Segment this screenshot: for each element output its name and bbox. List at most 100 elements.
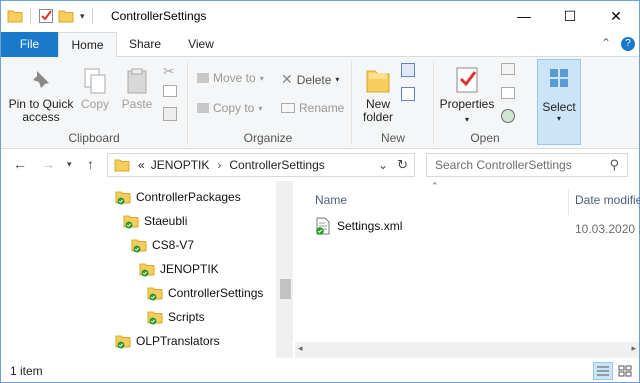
- file-list-horizontal-scrollbar[interactable]: ◂ ▸: [295, 342, 639, 358]
- copy-path-icon[interactable]: [163, 85, 177, 97]
- pin-label: Pin to Quick access: [8, 97, 74, 124]
- tab-share[interactable]: Share: [120, 32, 170, 57]
- properties-label: Properties: [439, 97, 495, 111]
- new-folder-button[interactable]: New folder: [355, 65, 401, 124]
- delete-x-icon: ✕: [281, 71, 293, 87]
- chevron-down-icon: ▾: [335, 75, 340, 84]
- group-divider: [433, 61, 434, 145]
- tree-item-label: OLPTranslators: [136, 334, 220, 348]
- tab-home[interactable]: Home: [58, 32, 117, 58]
- move-to-button[interactable]: Move to ▾: [197, 71, 264, 85]
- breadcrumb-separator-icon: ›: [217, 158, 222, 172]
- rename-button[interactable]: Rename: [281, 101, 344, 115]
- group-divider: [187, 61, 188, 145]
- tree-item-label: Scripts: [168, 310, 205, 324]
- cut-icon[interactable]: ✂: [163, 63, 175, 80]
- refresh-icon[interactable]: ↻: [397, 157, 408, 173]
- folder-icon: [114, 159, 130, 172]
- column-header-date[interactable]: Date modifie: [575, 193, 640, 207]
- properties-check-icon[interactable]: [38, 8, 54, 24]
- column-divider[interactable]: [568, 189, 569, 215]
- synced-folder-icon: [123, 215, 139, 229]
- new-item-icon[interactable]: [401, 63, 415, 77]
- scrollbar-thumb[interactable]: [280, 279, 291, 299]
- navigation-pane: ControllerPackages Staeubli CS8-V7 JENOP…: [1, 181, 293, 358]
- minimize-button[interactable]: —: [501, 1, 547, 31]
- address-bar[interactable]: « JENOPTIK › ControllerSettings ⌄ ↻: [107, 153, 415, 177]
- select-label: Select: [542, 100, 576, 114]
- paste-shortcut-icon[interactable]: [163, 107, 177, 121]
- open-icon[interactable]: [501, 63, 515, 75]
- rename-icon: [281, 103, 295, 113]
- toolbar-divider: [30, 8, 31, 24]
- tree-item[interactable]: ControllerPackages: [115, 187, 241, 207]
- synced-folder-icon: [131, 239, 147, 253]
- clipboard-group-label: Clipboard: [68, 131, 120, 145]
- tree-item[interactable]: OLPTranslators: [115, 331, 220, 351]
- group-divider: [351, 61, 352, 145]
- address-history-chevron-icon[interactable]: ⌄: [378, 158, 388, 172]
- item-count: 1 item: [10, 364, 43, 378]
- pin-to-quick-access-button[interactable]: Pin to Quick access: [5, 67, 77, 124]
- scroll-right-icon[interactable]: ▸: [631, 343, 636, 354]
- navigation-bar: ← → ▾ ↑ « JENOPTIK › ControllerSettings …: [1, 150, 639, 180]
- select-grid-icon: [550, 69, 568, 87]
- properties-icon: [456, 67, 478, 93]
- search-placeholder: Search ControllerSettings: [435, 158, 572, 172]
- rename-label: Rename: [299, 101, 345, 115]
- window-title: ControllerSettings: [111, 9, 207, 23]
- up-arrow-icon[interactable]: ↑: [87, 156, 94, 172]
- edit-icon[interactable]: [501, 87, 515, 99]
- tree-item[interactable]: JENOPTIK: [139, 259, 219, 279]
- minimize-ribbon-icon[interactable]: ⌃: [601, 36, 611, 50]
- copy-to-button[interactable]: Copy to ▾: [197, 101, 262, 115]
- move-to-icon: [197, 73, 209, 83]
- easy-access-icon[interactable]: [401, 87, 415, 101]
- chevron-down-icon: ▾: [259, 73, 264, 83]
- scroll-left-icon[interactable]: ◂: [298, 343, 303, 354]
- search-input[interactable]: Search ControllerSettings ⚲: [426, 153, 628, 177]
- tree-item[interactable]: Scripts: [147, 307, 205, 327]
- breadcrumb-overflow[interactable]: «: [138, 158, 145, 172]
- recent-locations-chevron-icon[interactable]: ▾: [67, 159, 72, 170]
- large-icons-view-button[interactable]: [615, 362, 635, 380]
- synced-folder-icon: [139, 263, 155, 277]
- forward-arrow-icon[interactable]: →: [41, 156, 55, 172]
- close-button[interactable]: ✕: [593, 1, 639, 31]
- paste-icon: [127, 68, 147, 94]
- chevron-down-icon: ▾: [464, 115, 469, 124]
- tab-file[interactable]: File: [1, 32, 58, 57]
- customize-toolbar-arrow-icon[interactable]: ▾: [80, 11, 85, 22]
- tree-scrollbar[interactable]: [276, 181, 293, 358]
- breadcrumb-jenoptik[interactable]: JENOPTIK: [151, 158, 210, 172]
- ribbon-tabs: File Home Share View ⌃ ?: [1, 32, 639, 58]
- chevron-down-icon: ▾: [258, 103, 263, 113]
- maximize-button[interactable]: ☐: [547, 1, 593, 31]
- copy-button[interactable]: Copy: [79, 67, 111, 111]
- history-icon[interactable]: [501, 109, 515, 123]
- properties-button[interactable]: Properties ▾: [437, 65, 497, 126]
- synced-folder-icon: [115, 335, 131, 349]
- tab-view[interactable]: View: [175, 32, 227, 57]
- tree-item-selected[interactable]: ControllerSettings: [147, 283, 263, 303]
- tree-item[interactable]: CS8-V7: [131, 235, 194, 255]
- help-icon[interactable]: ?: [621, 37, 635, 51]
- copy-label: Copy: [80, 97, 109, 111]
- breadcrumb-controllersettings[interactable]: ControllerSettings: [229, 158, 324, 172]
- pin-icon: [32, 71, 49, 90]
- sort-up-icon: ⌃: [431, 181, 439, 191]
- column-header-name[interactable]: Name: [315, 193, 347, 207]
- paste-button[interactable]: Paste: [119, 67, 155, 111]
- tree-item-label: CS8-V7: [152, 238, 195, 252]
- copy-to-icon: [197, 103, 209, 113]
- tree-item-label: ControllerPackages: [136, 190, 241, 204]
- tree-item[interactable]: Staeubli: [123, 211, 187, 231]
- copy-to-label: Copy to: [213, 101, 255, 115]
- new-folder-icon[interactable]: [58, 9, 74, 23]
- details-view-icon: [597, 366, 609, 376]
- select-button[interactable]: Select ▾: [537, 59, 581, 145]
- delete-button[interactable]: ✕ Delete ▾: [281, 71, 339, 88]
- back-arrow-icon[interactable]: ←: [13, 156, 27, 172]
- file-row[interactable]: Settings.xml: [315, 217, 402, 235]
- details-view-button[interactable]: [593, 362, 613, 380]
